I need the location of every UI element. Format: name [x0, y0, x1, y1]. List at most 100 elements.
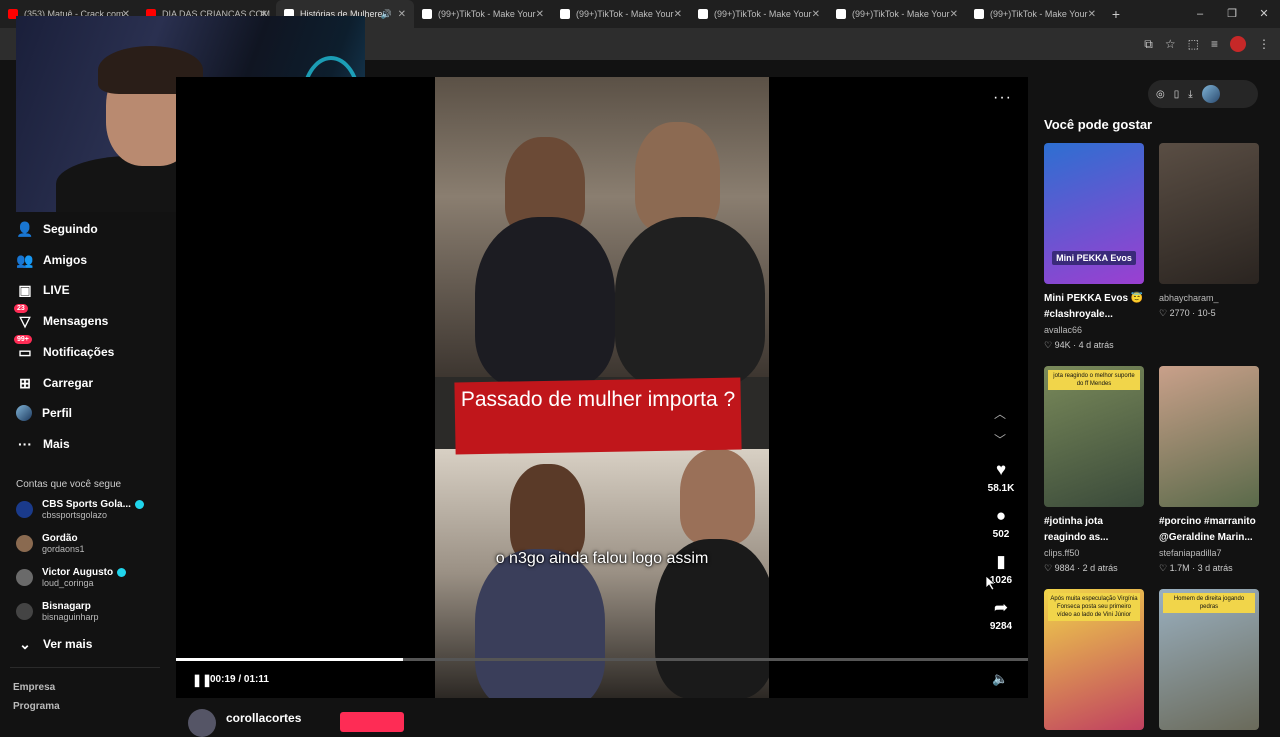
tab-close-icon[interactable]: ✕: [398, 9, 406, 20]
install-app-icon[interactable]: ⧉: [1144, 37, 1153, 52]
video-thumbnail[interactable]: [1159, 366, 1259, 507]
author-name[interactable]: corollacortes: [226, 711, 301, 725]
account-name-text: Bisnagarp: [42, 601, 91, 612]
account-name: CBS Sports Gola...: [42, 499, 144, 510]
browser-tab[interactable]: (99+)TikTok - Make Your ✕: [690, 0, 828, 28]
video-progress-bar[interactable]: [176, 658, 1028, 661]
sidebar-item-amigos[interactable]: 👥 Amigos: [16, 249, 87, 271]
sidebar-item-notificaes[interactable]: ▭ 99+ Notificações: [14, 335, 115, 363]
minimize-icon[interactable]: –: [1184, 0, 1216, 28]
thumbnail-text: Mini PEKKA Evos: [1052, 251, 1136, 265]
tab-favicon-icon: [422, 9, 432, 19]
more-options-icon[interactable]: ···: [993, 89, 1012, 107]
recommended-video-card[interactable]: abhaycharam_ ♡ 2770 · 10-5: [1159, 143, 1259, 321]
follow-button[interactable]: [340, 712, 404, 732]
card-stats: ♡ 2770 · 10-5: [1159, 308, 1216, 318]
browser-menu-icon[interactable]: ⋮: [1258, 37, 1270, 51]
footer-link-program[interactable]: Programa: [13, 701, 60, 712]
tab-favicon-icon: [698, 9, 708, 19]
followed-account[interactable]: CBS Sports Gola... cbssportsgolazo: [16, 499, 144, 520]
tab-title: (99+)TikTok - Make Your: [438, 9, 536, 19]
card-username: clips.ff50: [1044, 548, 1080, 558]
browser-tab[interactable]: (99+)TikTok - Make Your ✕: [552, 0, 690, 28]
browser-tab[interactable]: (99+)TikTok - Make Your ✕: [414, 0, 552, 28]
video-thumbnail[interactable]: jota reagindo o melhor suporte do ff Men…: [1044, 366, 1144, 507]
sidebar-item-seguindo[interactable]: 👤 Seguindo: [16, 218, 98, 240]
tab-title: (99+)TikTok - Make Your: [852, 9, 950, 19]
tab-close-icon[interactable]: ✕: [812, 9, 820, 20]
top-right-controls: ◎ ▯ ⤓: [1148, 80, 1258, 108]
browser-profile-avatar[interactable]: [1230, 36, 1246, 52]
next-video-icon[interactable]: ﹀: [994, 431, 1006, 448]
more-icon: ···: [18, 436, 32, 452]
tab-close-icon[interactable]: ✕: [950, 9, 958, 20]
mouse-cursor: [986, 576, 996, 590]
maximize-icon[interactable]: ❐: [1216, 0, 1248, 28]
browser-tab[interactable]: (99+)TikTok - Make Your ✕: [828, 0, 966, 28]
upload-icon: ⊞: [19, 374, 31, 391]
tab-audio-icon[interactable]: 🔊: [381, 9, 392, 20]
followed-account[interactable]: Bisnagarp bisnaguinharp: [16, 601, 99, 622]
video-caption: Passado de mulher importa ?: [460, 388, 736, 411]
tab-title: (99+)TikTok - Make Your: [990, 9, 1088, 19]
compass-icon[interactable]: ◎: [1156, 89, 1165, 100]
comment-action[interactable]: ● 502: [984, 505, 1018, 540]
recommended-video-card[interactable]: Após muita especulação Virgínia Fonseca …: [1044, 589, 1144, 730]
media-controls-icon[interactable]: ≡: [1211, 37, 1218, 51]
author-avatar[interactable]: [188, 709, 216, 737]
card-title: Mini PEKKA Evos 😇: [1044, 293, 1144, 304]
share-action[interactable]: ➦ 9284: [984, 597, 1018, 632]
sidebar-item-mensagens[interactable]: ▽ 23 Mensagens: [14, 304, 108, 332]
card-title-line2: #clashroyale...: [1044, 309, 1113, 320]
browser-tab[interactable]: (99+)TikTok - Make Your ✕: [966, 0, 1104, 28]
device-icon[interactable]: ▯: [1174, 89, 1180, 100]
sidebar-item-label: Notificações: [43, 345, 115, 359]
card-username: avallac66: [1044, 325, 1083, 335]
sidebar-item-label: Seguindo: [43, 222, 98, 236]
sidebar-item-label: LIVE: [43, 283, 70, 297]
sidebar-item-mais[interactable]: ··· Mais: [16, 433, 70, 455]
bookmark-star-icon[interactable]: ☆: [1165, 37, 1176, 51]
account-name-text: CBS Sports Gola...: [42, 499, 131, 510]
see-more-label: Ver mais: [43, 637, 93, 651]
verified-badge-icon: [117, 568, 127, 577]
like-action[interactable]: ♥ 58.1K: [984, 459, 1018, 494]
video-player[interactable]: Passado de mulher importa ? o n3go ainda…: [176, 77, 1028, 698]
previous-video-icon[interactable]: ︿: [994, 405, 1006, 422]
verified-badge-icon: [134, 500, 144, 509]
recommended-video-card[interactable]: #porcino #marranito @Geraldine Marin... st…: [1159, 366, 1259, 576]
video-subtitle: o n3go ainda falou logo assim: [495, 550, 709, 567]
card-username: stefaniapadilla7: [1159, 548, 1222, 558]
video-thumbnail[interactable]: Homem de direita jogando pedras: [1159, 589, 1259, 730]
download-icon[interactable]: ⤓: [1188, 89, 1192, 100]
sidebar-item-perfil[interactable]: Perfil: [16, 402, 72, 424]
recommended-video-card[interactable]: Homem de direita jogando pedras: [1159, 589, 1259, 730]
video-frame[interactable]: Passado de mulher importa ? o n3go ainda…: [435, 77, 769, 698]
followed-account[interactable]: Gordão gordaons1: [16, 533, 85, 554]
friends-icon: 👥: [16, 251, 34, 268]
recommended-video-card[interactable]: Mini PEKKA Evos Mini PEKKA Evos 😇 #clashro…: [1044, 143, 1144, 353]
volume-icon[interactable]: 🔈: [992, 671, 1008, 687]
tab-close-icon[interactable]: ✕: [674, 9, 682, 20]
recommendations-title: Você pode gostar: [1044, 117, 1153, 132]
like-count: 58.1K: [987, 483, 1015, 494]
new-tab-button[interactable]: +: [1104, 6, 1128, 22]
extensions-icon[interactable]: ⬚: [1188, 37, 1199, 51]
close-window-icon[interactable]: ✕: [1248, 0, 1280, 28]
followed-account[interactable]: Victor Augusto loud_coringa: [16, 567, 127, 588]
video-thumbnail[interactable]: [1159, 143, 1259, 284]
see-more-button[interactable]: ⌄ Ver mais: [16, 633, 92, 655]
sidebar-item-carregar[interactable]: ⊞ Carregar: [16, 372, 93, 394]
tab-favicon-icon: [974, 9, 984, 19]
tab-close-icon[interactable]: ✕: [536, 9, 544, 20]
recommended-video-card[interactable]: jota reagindo o melhor suporte do ff Men…: [1044, 366, 1144, 576]
video-thumbnail[interactable]: Mini PEKKA Evos: [1044, 143, 1144, 284]
sidebar: Contas que você segue ⌄ Ver mais Empresa…: [0, 212, 176, 720]
sidebar-item-live[interactable]: ▣ LIVE: [16, 279, 70, 301]
user-avatar[interactable]: [1201, 85, 1220, 103]
tab-close-icon[interactable]: ✕: [1088, 9, 1096, 20]
account-avatar: [16, 535, 33, 552]
footer-link-company[interactable]: Empresa: [13, 682, 55, 693]
messages-icon: ▽: [19, 312, 31, 329]
video-thumbnail[interactable]: Após muita especulação Virgínia Fonseca …: [1044, 589, 1144, 730]
